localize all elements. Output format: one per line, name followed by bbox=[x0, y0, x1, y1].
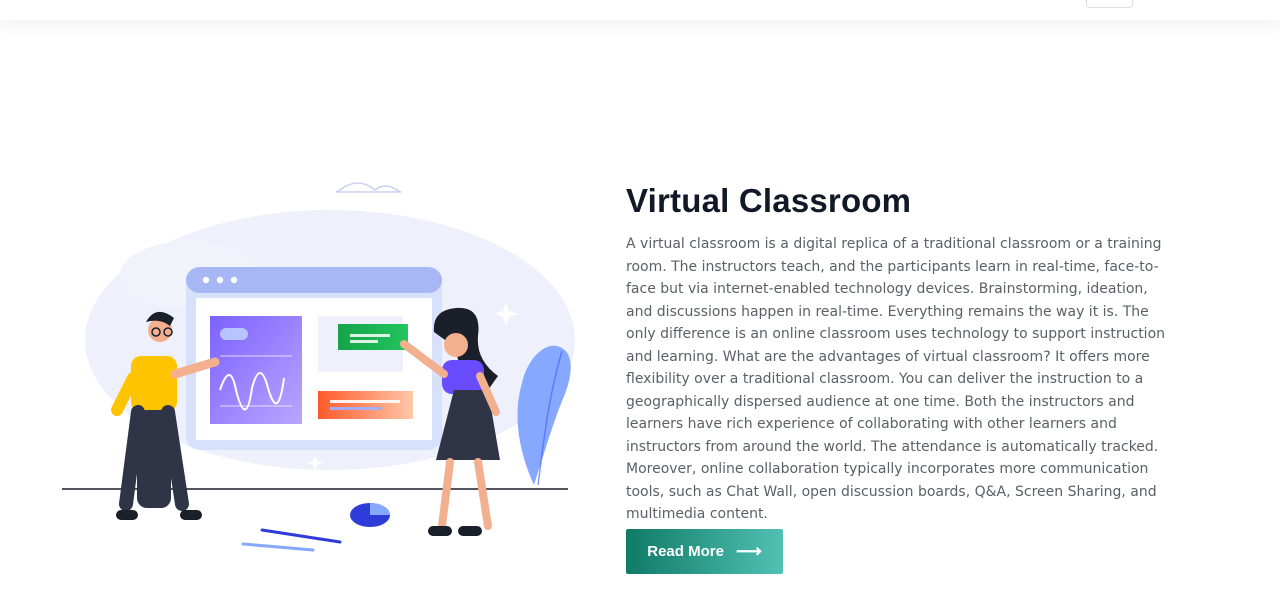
virtual-classroom-illustration bbox=[60, 170, 580, 560]
section-description: A virtual classroom is a digital replica… bbox=[626, 236, 1166, 522]
read-more-button[interactable]: Read More ⟶ bbox=[626, 529, 783, 574]
top-navigation-bar bbox=[0, 0, 1280, 20]
nav-button[interactable] bbox=[1086, 0, 1133, 8]
read-more-label: Read More bbox=[647, 543, 724, 560]
pencil-icon bbox=[241, 542, 315, 552]
section-title: Virtual Classroom bbox=[626, 182, 912, 219]
pencil-icon bbox=[260, 528, 342, 544]
chart-card bbox=[318, 391, 413, 419]
section-content: Virtual Classroom A virtual classroom is… bbox=[626, 181, 1166, 526]
arrow-right-icon: ⟶ bbox=[735, 541, 762, 561]
cloud-icon bbox=[335, 182, 402, 193]
